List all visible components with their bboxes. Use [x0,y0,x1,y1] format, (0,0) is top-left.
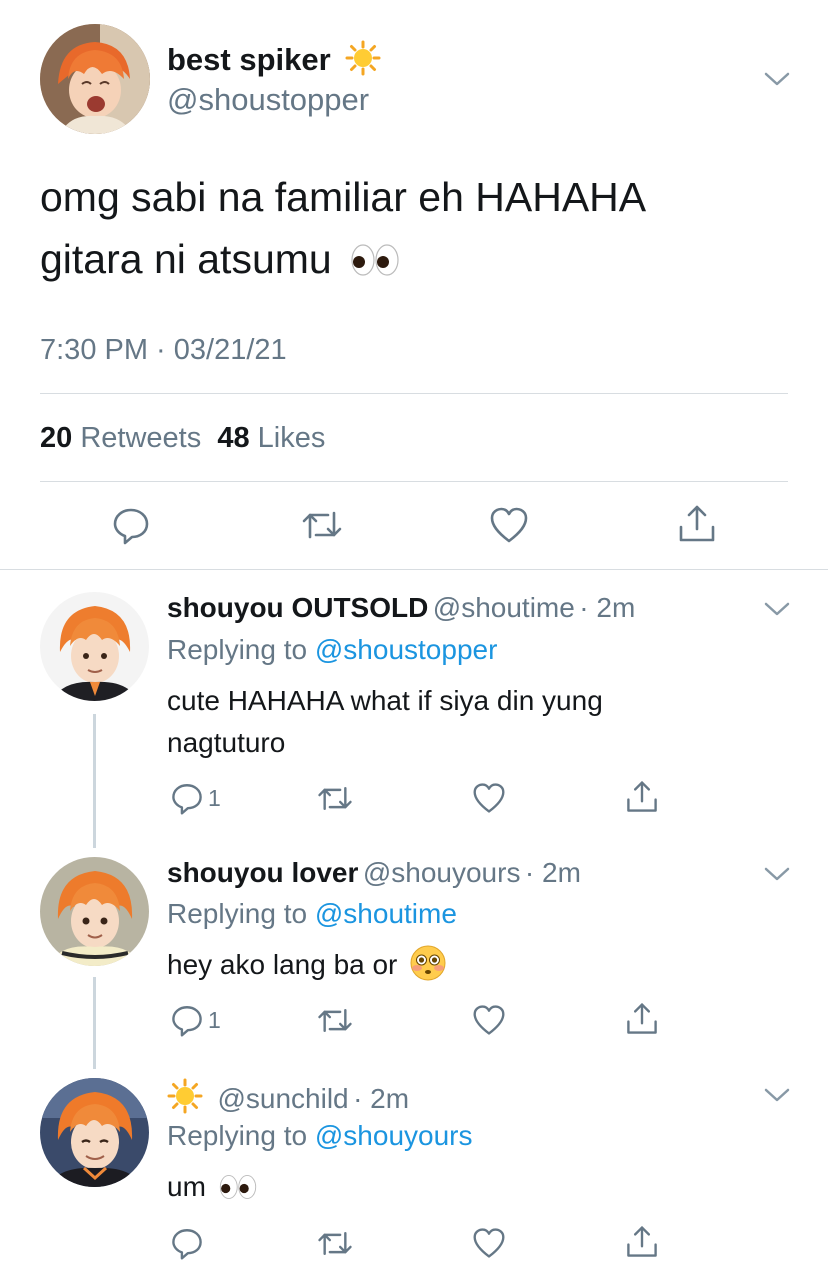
eyes-emoji-icon [351,244,399,276]
retweet-button[interactable] [316,1005,354,1036]
replying-to-prefix: Replying to [167,898,308,929]
reply-button[interactable] [170,1226,208,1260]
reply-time: · 2m [524,857,581,888]
tweet-text-line-1: omg sabi na familiar eh HAHAHA [40,174,647,220]
reply-time: · 2m [579,592,636,623]
reply-text: cute HAHAHA what if siya din yung nagtut… [167,680,767,764]
reply-header: shouyou lover @shouyours · 2m [167,857,581,889]
replying-to-mention[interactable]: @shoustopper [315,634,498,665]
chevron-down-icon[interactable] [763,600,791,618]
thread-line [93,977,96,1069]
reply-icon [172,784,202,815]
replying-to-prefix: Replying to [167,634,308,665]
thread-line [93,714,96,848]
reply-icon [172,1006,202,1037]
heart-icon [473,1005,505,1035]
avatar-shoutime[interactable] [40,592,149,701]
share-button[interactable] [625,779,659,815]
reply-count: 1 [208,784,221,811]
heart-icon [473,1228,505,1258]
tweet-timestamp[interactable]: 7:30 PM · 03/21/21 [40,334,287,367]
heart-icon [490,507,528,543]
likes-count: 48 [217,422,250,454]
like-button[interactable] [472,782,506,814]
share-icon [627,1003,657,1034]
chevron-down-icon[interactable] [763,70,791,88]
reply-author-handle[interactable]: @sunchild [217,1083,348,1114]
share-icon [627,1226,657,1257]
share-icon [679,505,715,542]
author-display-name[interactable]: best spiker [167,40,381,78]
reply-text-line-1: hey ako lang ba or [167,949,398,980]
reply-button[interactable] [111,505,151,545]
replying-to: Replying to @shoutime [167,898,457,930]
replying-to: Replying to @shouyours [167,1120,472,1152]
reply-button[interactable]: 1 [170,781,221,815]
reply-text: hey ako lang ba or [167,944,447,986]
tweet-text-line-2: gitara ni atsumu [40,228,800,290]
reply-text: um [167,1166,258,1208]
like-button[interactable] [472,1227,506,1259]
reply-header: shouyou OUTSOLD @shoutime · 2m [167,592,635,624]
tweet-stats: 20 Retweets 48 Likes [40,422,325,455]
flushed-face-emoji-icon [410,945,446,981]
divider [40,481,788,482]
retweet-button[interactable] [300,507,344,543]
replying-to-mention[interactable]: @shouyours [315,1120,473,1151]
reply-text-line-1: um [167,1171,206,1202]
reply-text-line-2: nagtuturo [167,727,286,758]
replying-to-mention[interactable]: @shoutime [315,898,457,929]
retweets-label: Retweets [80,422,202,454]
author-name-text: best spiker [167,42,331,77]
share-button[interactable] [625,1001,659,1037]
retweet-icon [318,786,352,811]
avatar-sunchild[interactable] [40,1078,149,1187]
divider [0,569,828,570]
replying-to: Replying to @shoustopper [167,634,497,666]
reply-text-line-1: cute HAHAHA what if siya din yung [167,685,603,716]
reply-count: 1 [208,1006,221,1033]
replying-to-prefix: Replying to [167,1120,308,1151]
likes-stat[interactable]: 48 Likes [217,422,325,454]
heart-icon [473,783,505,813]
reply-button[interactable]: 1 [170,1003,221,1037]
likes-label: Likes [257,422,326,454]
sun-emoji-icon [345,40,381,76]
reply-author-handle[interactable]: @shouyours [363,857,521,888]
retweet-icon [318,1231,352,1256]
retweet-icon [318,1008,352,1033]
chevron-down-icon[interactable] [763,1086,791,1104]
share-button[interactable] [677,503,717,545]
reply-time: · 2m [353,1083,410,1114]
reply-author-name[interactable]: shouyou OUTSOLD [167,592,428,623]
reply-icon [172,1229,202,1260]
retweet-button[interactable] [316,1228,354,1259]
eyes-emoji-icon [219,1175,256,1199]
avatar-best-spiker[interactable] [40,24,150,134]
retweet-button[interactable] [316,783,354,814]
retweets-stat[interactable]: 20 Retweets [40,422,201,454]
retweet-icon [302,511,342,539]
reply-header: @sunchild · 2m [167,1078,409,1115]
reply-icon [113,508,149,545]
author-handle[interactable]: @shoustopper [167,82,369,118]
reply-author-handle[interactable]: @shoutime [433,592,575,623]
share-icon [627,781,657,812]
retweets-count: 20 [40,422,73,454]
tweet-text: omg sabi na familiar eh HAHAHA gitara ni… [40,166,800,290]
reply-author-name[interactable]: shouyou lover [167,857,358,888]
tweet-text-line-2-text: gitara ni atsumu [40,236,332,282]
like-button[interactable] [472,1004,506,1036]
share-button[interactable] [625,1224,659,1260]
chevron-down-icon[interactable] [763,865,791,883]
divider [40,393,788,394]
like-button[interactable] [489,506,529,544]
avatar-shouyours[interactable] [40,857,149,966]
sun-emoji-icon [167,1078,203,1114]
